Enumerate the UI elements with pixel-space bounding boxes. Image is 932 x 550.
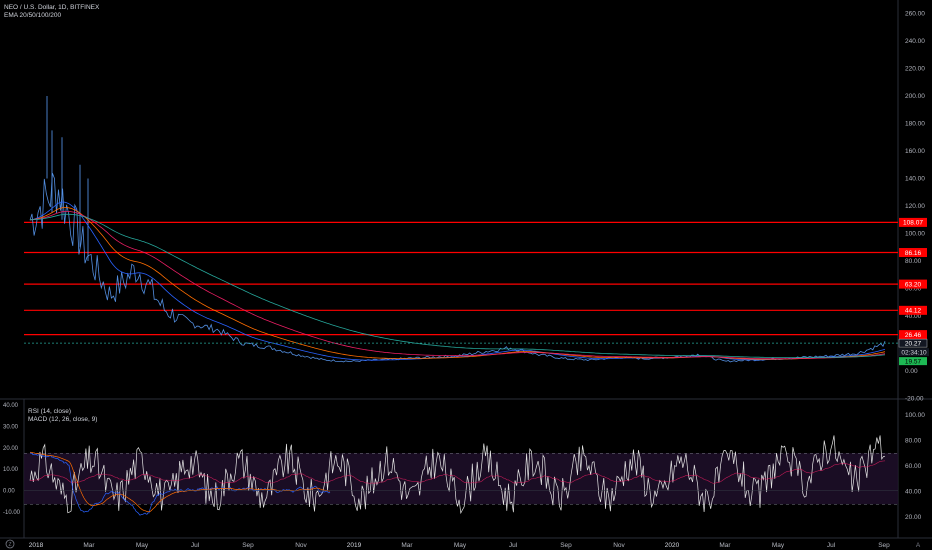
level-badge-label: 108.07 <box>903 220 923 227</box>
rsi-axis-tick: 60.00 <box>905 463 922 470</box>
price-axis-tick: 100.00 <box>905 231 925 238</box>
price-axis-tick: 120.00 <box>905 203 925 210</box>
macd-axis-tick: -10.00 <box>3 510 21 516</box>
price-axis-tick: 80.00 <box>905 258 922 265</box>
time-axis-label: Mar <box>401 542 413 549</box>
price-chart[interactable]: 260.00 240.00 220.00 200.00 180.00 160.00 140.… <box>0 0 932 550</box>
countdown-label: 02:34:10 <box>901 349 927 356</box>
time-axis-label: 2020 <box>665 542 680 549</box>
ema100-line <box>29 211 886 360</box>
price-candles[interactable] <box>29 173 886 363</box>
time-axis-label: Jul <box>191 542 200 549</box>
macd-axis-tick: 20.00 <box>3 446 19 452</box>
time-axis-label: Nov <box>613 542 625 549</box>
rsi-axis-tick: 100.00 <box>905 412 925 419</box>
price-axis-tick: 180.00 <box>905 121 925 128</box>
macd-axis-tick: 40.00 <box>3 403 19 409</box>
time-axis-label: 2018 <box>29 542 44 549</box>
time-axis-label: Mar <box>83 542 95 549</box>
price-axis-tick: -20.00 <box>905 396 924 403</box>
price-axis-tick: 260.00 <box>905 11 925 18</box>
macd-axis-tick: 10.00 <box>3 467 19 473</box>
rsi-axis-tick: 80.00 <box>905 438 922 445</box>
price-axis-tick: 240.00 <box>905 38 925 45</box>
price-axis-tick: 220.00 <box>905 66 925 73</box>
time-axis-label: May <box>136 542 149 549</box>
macd-axis-tick: 30.00 <box>3 424 19 430</box>
level-badge-label: 44.12 <box>905 308 922 315</box>
price-axis-tick: 160.00 <box>905 148 925 155</box>
price-axis-tick: 0.00 <box>905 368 918 375</box>
time-axis-label: Sep <box>242 542 254 549</box>
macd-axis-tick: 0.00 <box>3 489 15 495</box>
time-axis-label: Nov <box>295 542 307 549</box>
last-price-label: 20.27 <box>905 340 922 347</box>
level-badge-label: 26.46 <box>905 332 922 339</box>
price-axis-tick: 140.00 <box>905 176 925 183</box>
zoom-icon-glyph: Z <box>8 542 11 548</box>
time-axis-label: Sep <box>560 542 572 549</box>
time-axis-label: May <box>454 542 467 549</box>
time-axis-label: May <box>772 542 785 549</box>
time-axis-label: Mar <box>719 542 731 549</box>
ema-value-label: 19.57 <box>905 358 922 365</box>
ema200-line <box>29 213 886 358</box>
time-axis-label: 2019 <box>347 542 362 549</box>
rsi-axis-tick: 40.00 <box>905 489 922 496</box>
ema50-line <box>29 207 886 360</box>
level-badge-label: 63.20 <box>905 281 922 288</box>
time-axis-label: Jul <box>827 542 836 549</box>
level-badge-label: 86.16 <box>905 250 922 257</box>
rsi-band <box>24 453 898 505</box>
rsi-axis-tick: 20.00 <box>905 514 922 521</box>
ema20-line <box>29 201 886 361</box>
price-axis-tick: 200.00 <box>905 93 925 100</box>
auto-scale-button: A <box>916 542 921 549</box>
time-axis-label: Sep <box>878 542 890 549</box>
time-axis-label: Jul <box>509 542 518 549</box>
